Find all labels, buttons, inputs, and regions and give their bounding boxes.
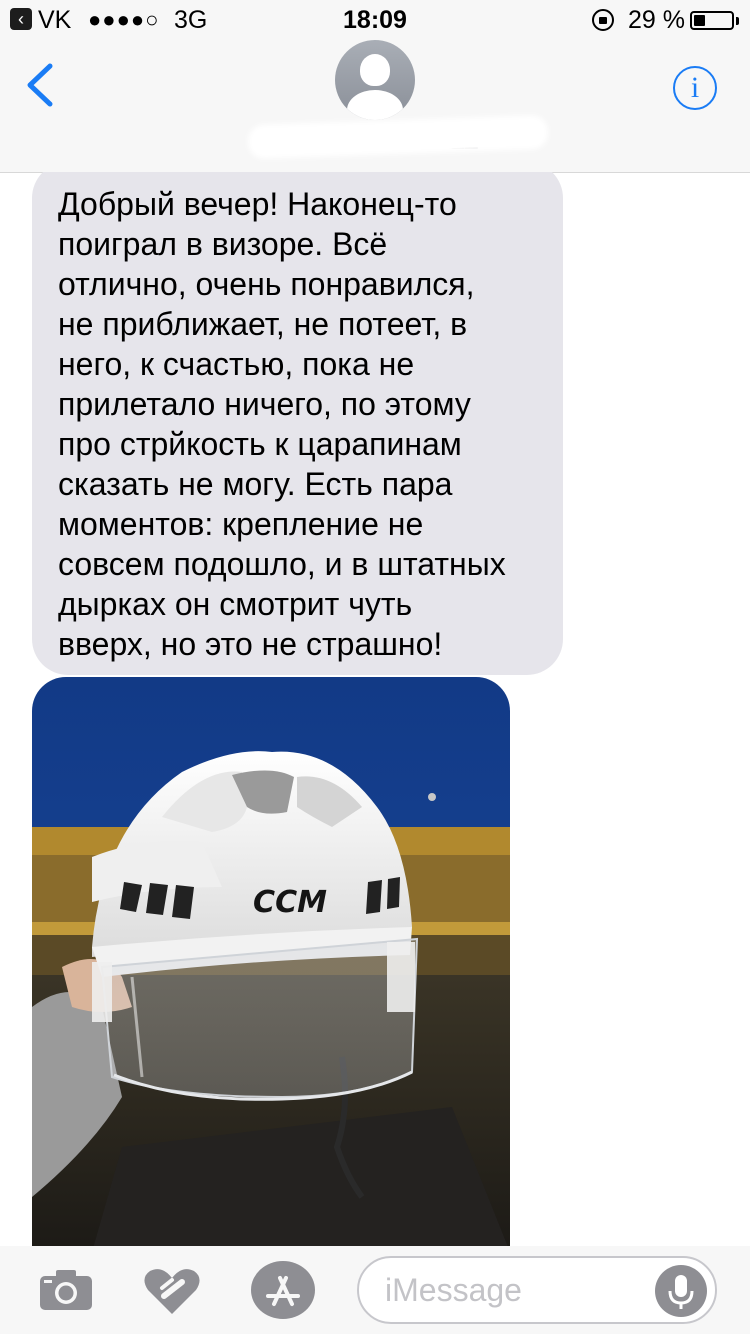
battery-percent: 29 % [628,6,685,34]
info-button[interactable]: i [673,66,717,110]
microphone-icon [668,1275,694,1309]
app-store-icon[interactable] [250,1260,316,1320]
avatar-head [360,54,390,86]
battery-tip [736,17,739,25]
camera-icon[interactable] [38,1268,94,1312]
avatar-body [347,90,403,120]
incoming-message-text: Добрый вечер! Наконец-то поиграл в визор… [58,186,506,662]
microphone-button[interactable] [655,1265,707,1317]
battery-icon [690,11,734,30]
digital-touch-heart-icon[interactable] [142,1266,202,1316]
message-list[interactable]: Добрый вечер! Наконец-то поиграл в визор… [0,172,750,1246]
imessage-input[interactable]: iMessage [357,1256,717,1324]
battery-level [694,15,705,26]
incoming-message-bubble[interactable]: Добрый вечер! Наконец-то поиграл в визор… [32,172,563,675]
photo-attachment[interactable]: CCM [32,677,510,1246]
person-icon[interactable] [335,40,415,120]
imessage-placeholder: iMessage [385,1272,522,1308]
conversation-header: ‹ VK ●●●●○ 3G 18:09 29 % +7 (9__) 2__-__… [0,0,750,173]
chevron-left-icon[interactable] [22,62,58,108]
status-bar: ‹ VK ●●●●○ 3G 18:09 29 % [0,0,750,40]
orientation-lock-icon [592,9,614,31]
helmet-photo: CCM [32,677,510,1246]
message-input-bar: iMessage [0,1246,750,1334]
helmet-brand-text: CCM [253,885,327,920]
